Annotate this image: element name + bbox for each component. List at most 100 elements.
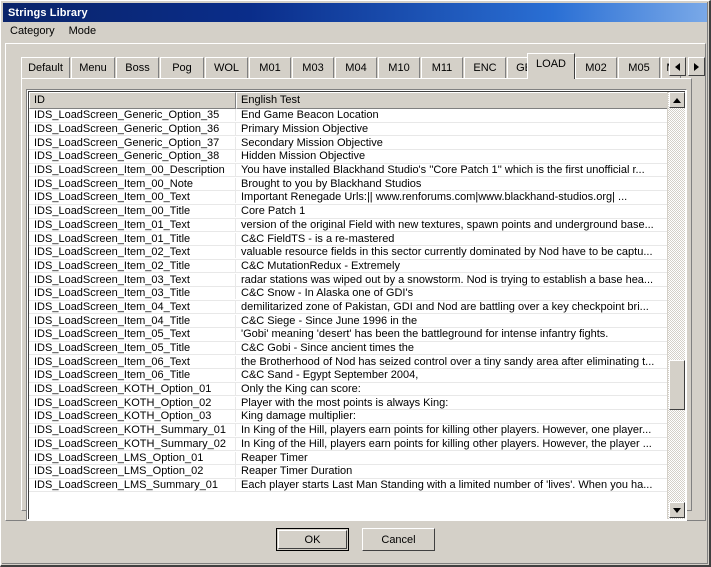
ok-button-label: OK — [305, 534, 321, 546]
tab-default[interactable]: Default — [21, 57, 70, 78]
cell-english-test: End Game Beacon Location — [236, 109, 670, 121]
table-row[interactable]: IDS_LoadScreen_KOTH_Option_02Player with… — [29, 396, 670, 410]
cell-english-test: Each player starts Last Man Standing wit… — [236, 479, 670, 491]
cell-id: IDS_LoadScreen_Item_05_Title — [29, 342, 236, 354]
tab-scroll-left-button[interactable] — [669, 57, 686, 76]
table-row[interactable]: IDS_LoadScreen_Item_02_TitleC&C Mutation… — [29, 260, 670, 274]
cell-english-test: You have installed Blackhand Studio's ''… — [236, 164, 670, 176]
tab-boss[interactable]: Boss — [116, 57, 159, 78]
list-vertical-scrollbar[interactable] — [667, 92, 685, 519]
table-row[interactable]: IDS_LoadScreen_Item_04_TitleC&C Siege - … — [29, 314, 670, 328]
table-row[interactable]: IDS_LoadScreen_Generic_Option_35End Game… — [29, 109, 670, 123]
column-header-id[interactable]: ID — [29, 92, 236, 109]
table-row[interactable]: IDS_LoadScreen_Item_00_Text Important Re… — [29, 191, 670, 205]
triangle-right-icon — [694, 63, 699, 71]
table-row[interactable]: IDS_LoadScreen_Item_00_NoteBrought to yo… — [29, 177, 670, 191]
menu-item-mode[interactable]: Mode — [62, 23, 104, 40]
table-row[interactable]: IDS_LoadScreen_Generic_Option_36Primary … — [29, 123, 670, 137]
table-row[interactable]: IDS_LoadScreen_Item_00_DescriptionYou ha… — [29, 164, 670, 178]
table-row[interactable]: IDS_LoadScreen_Item_01_TitleC&C FieldTS … — [29, 232, 670, 246]
tab-load[interactable]: LOAD — [527, 53, 575, 79]
cell-english-test: C&C Gobi - Since ancient times the — [236, 342, 670, 354]
table-row[interactable]: IDS_LoadScreen_Item_01_Textversion of th… — [29, 219, 670, 233]
cell-id: IDS_LoadScreen_Item_00_Description — [29, 164, 236, 176]
table-row[interactable]: IDS_LoadScreen_Item_05_TitleC&C Gobi - S… — [29, 342, 670, 356]
menu-item-category[interactable]: Category — [3, 23, 62, 40]
cell-english-test: Player with the most points is always Ki… — [236, 397, 670, 409]
cell-english-test: C&C Snow - In Alaska one of GDI's — [236, 287, 670, 299]
cell-english-test: the Brotherhood of Nod has seized contro… — [236, 356, 670, 368]
table-row[interactable]: IDS_LoadScreen_Item_06_TitleC&C Sand - E… — [29, 369, 670, 383]
cell-english-test: C&C MutationRedux - Extremely — [236, 260, 670, 272]
table-row[interactable]: IDS_LoadScreen_Item_06_Textthe Brotherho… — [29, 355, 670, 369]
cell-id: IDS_LoadScreen_KOTH_Summary_02 — [29, 438, 236, 450]
table-row[interactable]: IDS_LoadScreen_Item_00_TitleCore Patch 1 — [29, 205, 670, 219]
scrollbar-thumb[interactable] — [669, 360, 685, 410]
tab-m04[interactable]: M04 — [335, 57, 377, 78]
cancel-button-label: Cancel — [381, 534, 415, 546]
tab-menu[interactable]: Menu — [71, 57, 115, 78]
tab-label: Boss — [125, 62, 149, 74]
cell-id: IDS_LoadScreen_LMS_Option_02 — [29, 465, 236, 477]
cell-id: IDS_LoadScreen_LMS_Summary_01 — [29, 479, 236, 491]
scroll-down-button[interactable] — [669, 502, 685, 518]
tab-wol[interactable]: WOL — [205, 57, 248, 78]
cell-id: IDS_LoadScreen_Item_06_Text — [29, 356, 236, 368]
tab-label: M02 — [585, 62, 606, 74]
table-row[interactable]: IDS_LoadScreen_Item_03_TitleC&C Snow - I… — [29, 287, 670, 301]
cancel-button[interactable]: Cancel — [362, 528, 435, 551]
tab-label: Pog — [172, 62, 192, 74]
cell-english-test: version of the original Field with new t… — [236, 219, 670, 231]
cell-id: IDS_LoadScreen_Item_01_Text — [29, 219, 236, 231]
tab-m10[interactable]: M10 — [378, 57, 420, 78]
table-row[interactable]: IDS_LoadScreen_Item_04_Textdemilitarized… — [29, 301, 670, 315]
ok-button[interactable]: OK — [276, 528, 349, 551]
tab-label: M04 — [345, 62, 366, 74]
tab-enc[interactable]: ENC — [464, 57, 506, 78]
tab-m02[interactable]: M02 — [575, 57, 617, 78]
tab-m03[interactable]: M03 — [292, 57, 334, 78]
tab-m01[interactable]: M01 — [249, 57, 291, 78]
table-row[interactable]: IDS_LoadScreen_KOTH_Option_03King damage… — [29, 410, 670, 424]
strings-list-view[interactable]: ID English Test IDS_LoadScreen_Generic_O… — [26, 89, 687, 521]
table-row[interactable]: IDS_LoadScreen_LMS_Option_02Reaper Timer… — [29, 465, 670, 479]
table-row[interactable]: IDS_LoadScreen_LMS_Option_01Reaper Timer — [29, 451, 670, 465]
cell-english-test: Core Patch 1 — [236, 205, 670, 217]
cell-english-test: 'Gobi' meaning 'desert' has been the bat… — [236, 328, 670, 340]
cell-english-test: demilitarized zone of Pakistan, GDI and … — [236, 301, 670, 313]
table-row[interactable]: IDS_LoadScreen_KOTH_Summary_02In King of… — [29, 438, 670, 452]
table-row[interactable]: IDS_LoadScreen_KOTH_Option_01Only the Ki… — [29, 383, 670, 397]
tab-label: M11 — [432, 62, 453, 74]
cell-english-test: Reaper Timer Duration — [236, 465, 670, 477]
cell-english-test: valuable resource fields in this sector … — [236, 246, 670, 258]
table-row[interactable]: IDS_LoadScreen_Item_02_Textvaluable reso… — [29, 246, 670, 260]
tab-m05[interactable]: M05 — [618, 57, 660, 78]
tab-m11[interactable]: M11 — [421, 57, 463, 78]
cell-id: IDS_LoadScreen_Item_04_Title — [29, 315, 236, 327]
cell-id: IDS_LoadScreen_Generic_Option_36 — [29, 123, 236, 135]
table-row[interactable]: IDS_LoadScreen_KOTH_Summary_01In King of… — [29, 424, 670, 438]
tab-label: M03 — [302, 62, 323, 74]
list-header-row: ID English Test — [29, 92, 685, 109]
cell-id: IDS_LoadScreen_Item_05_Text — [29, 328, 236, 340]
cell-id: IDS_LoadScreen_Item_00_Title — [29, 205, 236, 217]
tab-label: M05 — [628, 62, 649, 74]
cell-english-test: Only the King can score: — [236, 383, 670, 395]
tab-label: Default — [28, 62, 63, 74]
tab-scroll-right-button[interactable] — [688, 57, 705, 76]
cell-english-test: Important Renegade Urls:|| www.renforums… — [236, 191, 670, 203]
table-row[interactable]: IDS_LoadScreen_Generic_Option_37Secondar… — [29, 136, 670, 150]
column-header-english-test[interactable]: English Test — [236, 92, 670, 109]
table-row[interactable]: IDS_LoadScreen_Generic_Option_38Hidden M… — [29, 150, 670, 164]
triangle-down-icon — [673, 508, 681, 513]
cell-id: IDS_LoadScreen_Generic_Option_37 — [29, 137, 236, 149]
table-row[interactable]: IDS_LoadScreen_LMS_Summary_01Each player… — [29, 479, 670, 493]
window-title: Strings Library — [3, 7, 88, 19]
cell-english-test: Hidden Mission Objective — [236, 150, 670, 162]
tab-pog[interactable]: Pog — [160, 57, 204, 78]
table-row[interactable]: IDS_LoadScreen_Item_05_Text'Gobi' meanin… — [29, 328, 670, 342]
table-row[interactable]: IDS_LoadScreen_Item_03_Textradar station… — [29, 273, 670, 287]
cell-id: IDS_LoadScreen_Item_03_Title — [29, 287, 236, 299]
cell-id: IDS_LoadScreen_Generic_Option_35 — [29, 109, 236, 121]
scroll-up-button[interactable] — [669, 92, 685, 108]
